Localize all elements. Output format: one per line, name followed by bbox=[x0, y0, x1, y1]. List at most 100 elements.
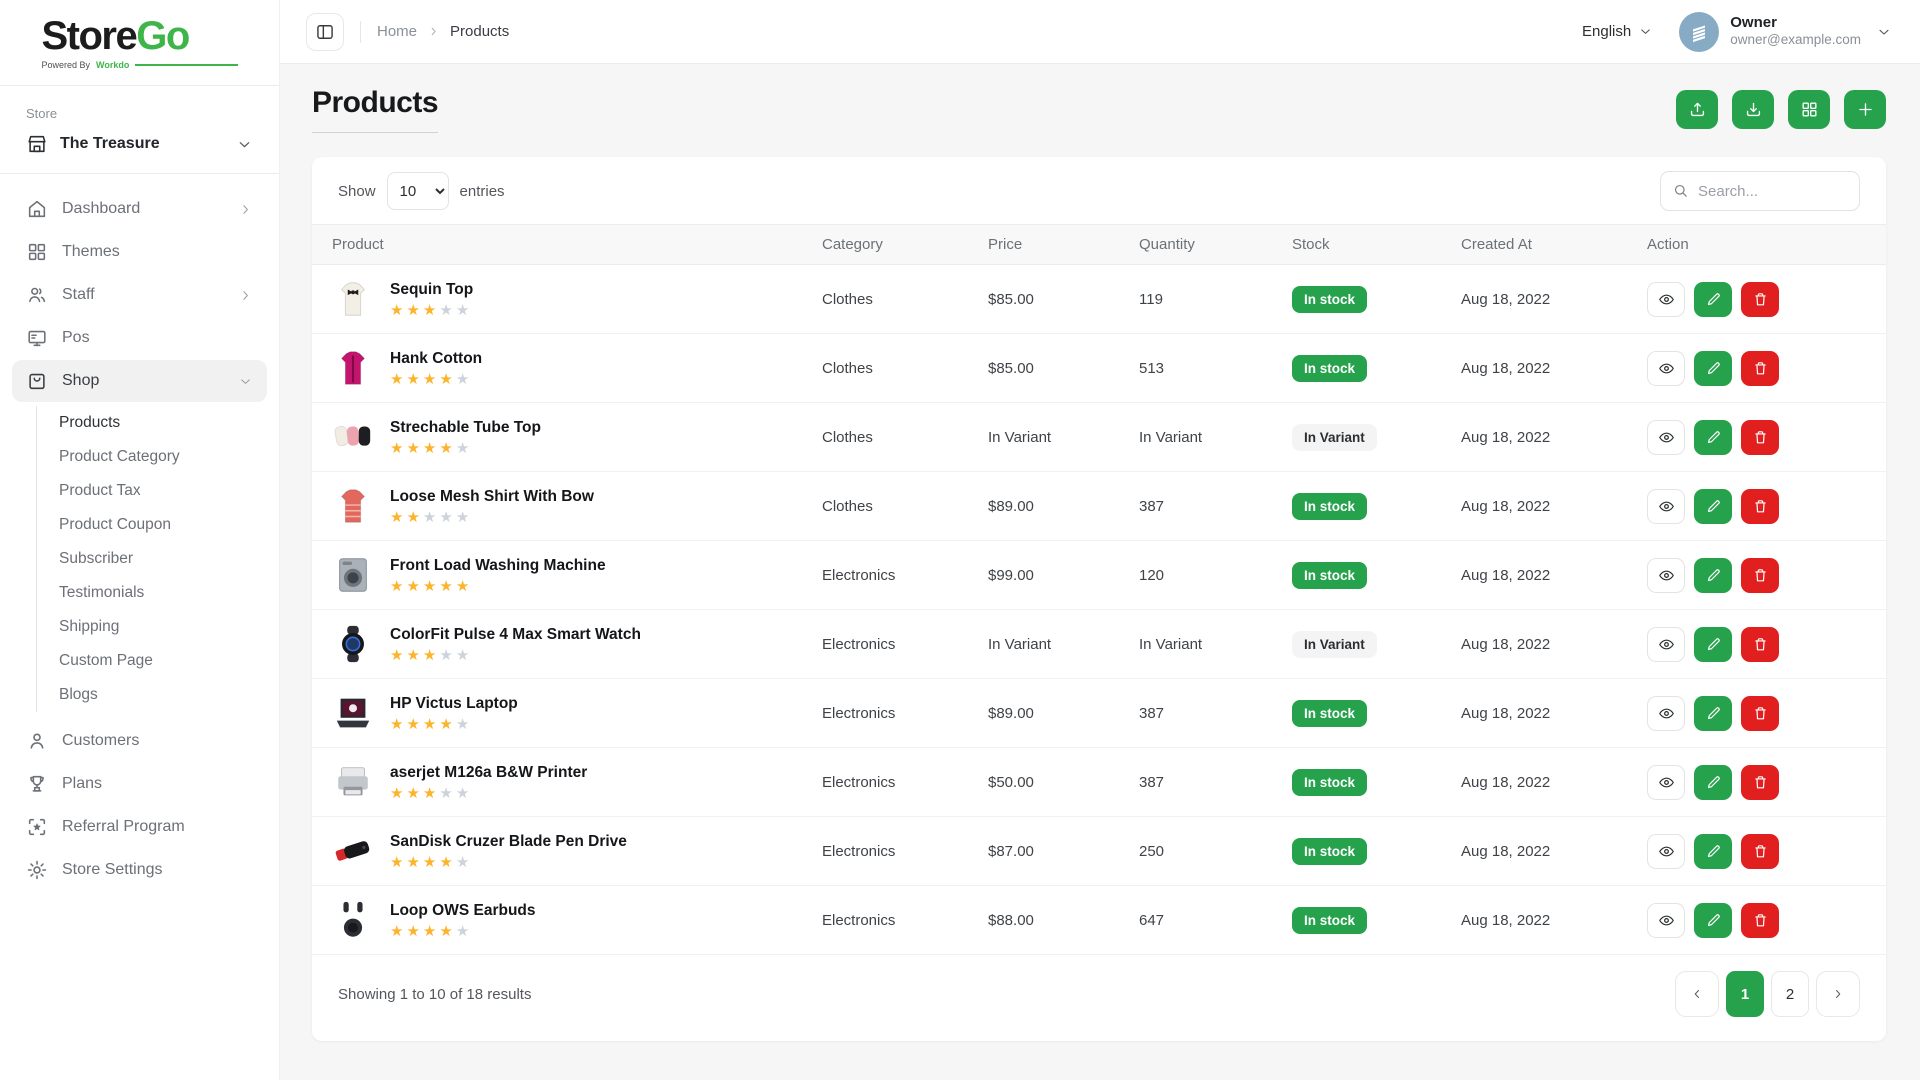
view-button[interactable] bbox=[1647, 834, 1685, 869]
trophy-icon bbox=[26, 773, 48, 795]
edit-button[interactable] bbox=[1694, 903, 1732, 938]
trash-icon bbox=[1752, 636, 1769, 653]
products-card: Show 10 entries ProductCategoryPriceQuan bbox=[312, 157, 1886, 1041]
eye-icon bbox=[1658, 774, 1675, 791]
delete-button[interactable] bbox=[1741, 834, 1779, 869]
view-button[interactable] bbox=[1647, 696, 1685, 731]
sidebar-item-shop[interactable]: Shop bbox=[12, 360, 267, 402]
view-button[interactable] bbox=[1647, 558, 1685, 593]
sidebar-item-plans[interactable]: Plans bbox=[12, 763, 267, 805]
edit-button[interactable] bbox=[1694, 696, 1732, 731]
product-category: Clothes bbox=[822, 265, 988, 334]
sidebar-item-themes[interactable]: Themes bbox=[12, 231, 267, 273]
sidebar-subitem-subscriber[interactable]: Subscriber bbox=[59, 542, 267, 576]
view-button[interactable] bbox=[1647, 420, 1685, 455]
edit-button[interactable] bbox=[1694, 420, 1732, 455]
table-row: Strechable Tube Top★★★★★ClothesIn Varian… bbox=[312, 403, 1886, 472]
table-row: SanDisk Cruzer Blade Pen Drive★★★★★Elect… bbox=[312, 817, 1886, 886]
delete-button[interactable] bbox=[1741, 627, 1779, 662]
table-row: Loose Mesh Shirt With Bow★★★★★Clothes$89… bbox=[312, 472, 1886, 541]
sidebar-subitem-product-coupon[interactable]: Product Coupon bbox=[59, 508, 267, 542]
pagination-prev-button[interactable] bbox=[1675, 971, 1719, 1017]
product-image bbox=[332, 278, 374, 320]
delete-button[interactable] bbox=[1741, 696, 1779, 731]
eye-icon bbox=[1658, 636, 1675, 653]
view-button[interactable] bbox=[1647, 765, 1685, 800]
view-button[interactable] bbox=[1647, 282, 1685, 317]
sidebar-subitem-testimonials[interactable]: Testimonials bbox=[59, 576, 267, 610]
store-selector[interactable]: The Treasure bbox=[0, 125, 279, 174]
trash-icon bbox=[1752, 912, 1769, 929]
product-quantity: In Variant bbox=[1139, 610, 1292, 679]
sidebar-item-label: Referral Program bbox=[62, 818, 185, 836]
edit-button[interactable] bbox=[1694, 834, 1732, 869]
sidebar-item-dashboard[interactable]: Dashboard bbox=[12, 188, 267, 230]
view-button[interactable] bbox=[1647, 627, 1685, 662]
delete-button[interactable] bbox=[1741, 420, 1779, 455]
sidebar-subitem-custom-page[interactable]: Custom Page bbox=[59, 644, 267, 678]
sidebar-subitem-blogs[interactable]: Blogs bbox=[59, 678, 267, 712]
view-button[interactable] bbox=[1647, 903, 1685, 938]
language-selector[interactable]: English bbox=[1582, 23, 1653, 40]
page-size-select[interactable]: 10 bbox=[387, 172, 449, 210]
edit-button[interactable] bbox=[1694, 765, 1732, 800]
delete-button[interactable] bbox=[1741, 351, 1779, 386]
pencil-icon bbox=[1705, 912, 1722, 929]
sidebar-subitem-shipping[interactable]: Shipping bbox=[59, 610, 267, 644]
sidebar-item-pos[interactable]: Pos bbox=[12, 317, 267, 359]
sidebar-item-staff[interactable]: Staff bbox=[12, 274, 267, 316]
edit-button[interactable] bbox=[1694, 627, 1732, 662]
export-button[interactable] bbox=[1732, 90, 1774, 129]
product-quantity: 647 bbox=[1139, 886, 1292, 955]
product-quantity: In Variant bbox=[1139, 403, 1292, 472]
sidebar-subitem-product-category[interactable]: Product Category bbox=[59, 440, 267, 474]
sidebar-subitem-products[interactable]: Products bbox=[59, 406, 267, 440]
shop-submenu: ProductsProduct CategoryProduct TaxProdu… bbox=[36, 406, 267, 712]
delete-button[interactable] bbox=[1741, 765, 1779, 800]
product-rating: ★★★★★ bbox=[390, 510, 594, 525]
edit-button[interactable] bbox=[1694, 489, 1732, 524]
edit-button[interactable] bbox=[1694, 351, 1732, 386]
delete-button[interactable] bbox=[1741, 558, 1779, 593]
eye-icon bbox=[1658, 498, 1675, 515]
shop-icon bbox=[26, 370, 48, 392]
pencil-icon bbox=[1705, 843, 1722, 860]
sidebar-item-referral-program[interactable]: Referral Program bbox=[12, 806, 267, 848]
chevron-right-icon bbox=[427, 25, 440, 38]
delete-button[interactable] bbox=[1741, 903, 1779, 938]
pagination-next-button[interactable] bbox=[1816, 971, 1860, 1017]
view-button[interactable] bbox=[1647, 351, 1685, 386]
trash-icon bbox=[1752, 705, 1769, 722]
home-icon bbox=[26, 198, 48, 220]
product-category: Electronics bbox=[822, 817, 988, 886]
sidebar-item-label: Shop bbox=[62, 372, 99, 390]
user-menu[interactable]: Owner owner@example.com bbox=[1679, 12, 1892, 52]
edit-button[interactable] bbox=[1694, 282, 1732, 317]
product-created-at: Aug 18, 2022 bbox=[1461, 748, 1647, 817]
sidebar-item-customers[interactable]: Customers bbox=[12, 720, 267, 762]
sidebar-toggle-button[interactable] bbox=[306, 13, 344, 51]
delete-button[interactable] bbox=[1741, 282, 1779, 317]
delete-button[interactable] bbox=[1741, 489, 1779, 524]
add-product-button[interactable] bbox=[1844, 90, 1886, 129]
product-created-at: Aug 18, 2022 bbox=[1461, 610, 1647, 679]
pos-icon bbox=[26, 327, 48, 349]
table-header-row: ProductCategoryPriceQuantityStockCreated… bbox=[312, 225, 1886, 265]
pagination-page-1[interactable]: 1 bbox=[1726, 971, 1764, 1017]
import-button[interactable] bbox=[1676, 90, 1718, 129]
trash-icon bbox=[1752, 774, 1769, 791]
product-rating: ★★★★★ bbox=[390, 924, 536, 939]
edit-button[interactable] bbox=[1694, 558, 1732, 593]
sidebar-item-store-settings[interactable]: Store Settings bbox=[12, 849, 267, 891]
users-icon bbox=[26, 284, 48, 306]
view-button[interactable] bbox=[1647, 489, 1685, 524]
product-name: HP Victus Laptop bbox=[390, 695, 518, 713]
breadcrumb-home[interactable]: Home bbox=[377, 23, 417, 40]
pagination-page-2[interactable]: 2 bbox=[1771, 971, 1809, 1017]
product-quantity: 387 bbox=[1139, 679, 1292, 748]
search-input[interactable] bbox=[1660, 171, 1860, 211]
table-row: ColorFit Pulse 4 Max Smart Watch★★★★★Ele… bbox=[312, 610, 1886, 679]
stock-badge: In Variant bbox=[1292, 424, 1377, 451]
sidebar-subitem-product-tax[interactable]: Product Tax bbox=[59, 474, 267, 508]
grid-view-button[interactable] bbox=[1788, 90, 1830, 129]
